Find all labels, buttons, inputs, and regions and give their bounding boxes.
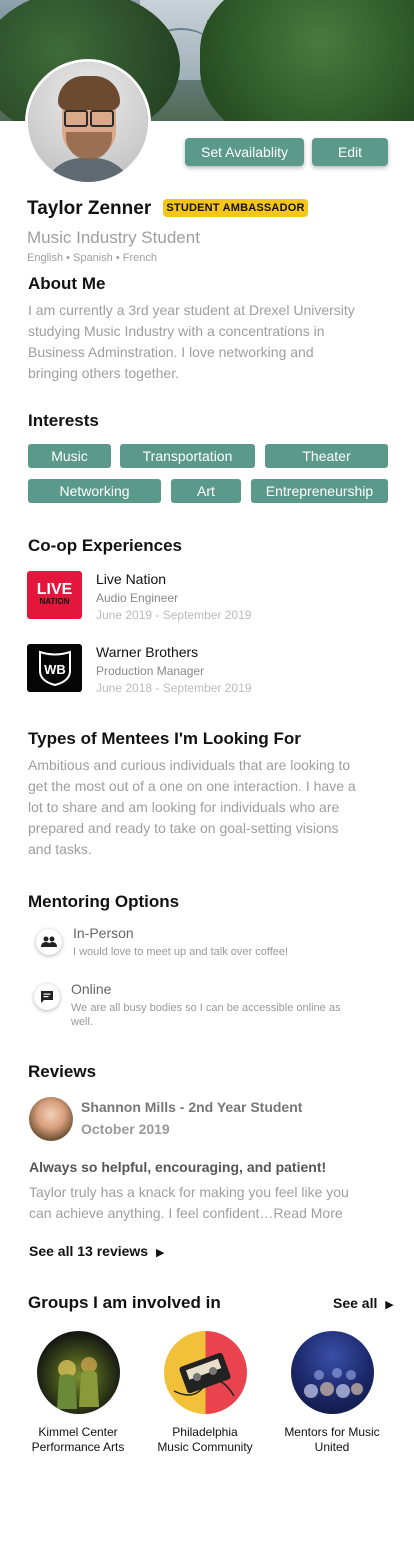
profile-subtitle: Music Industry Student — [27, 228, 200, 247]
interests-heading: Interests — [28, 411, 99, 430]
see-all-reviews-link[interactable]: See all 13 reviews ▶ — [29, 1243, 164, 1259]
review-date: October 2019 — [81, 1121, 170, 1137]
review-body: Taylor truly has a knack for making you … — [29, 1184, 349, 1221]
coop-company: Warner Brothers — [96, 644, 199, 660]
reviewer-avatar — [29, 1097, 73, 1141]
interest-chip-theater[interactable]: Theater — [265, 444, 388, 468]
groups-heading: Groups I am involved in — [28, 1293, 221, 1312]
reviews-heading: Reviews — [28, 1062, 97, 1081]
option-title: In-Person — [73, 925, 134, 941]
see-all-groups-link[interactable]: See all ▶ — [333, 1295, 394, 1311]
group-image-mentors[interactable] — [291, 1331, 374, 1414]
group-image-philadelphia[interactable] — [164, 1331, 247, 1414]
triangle-right-icon: ▶ — [385, 1299, 394, 1311]
coop-heading: Co-op Experiences — [28, 536, 182, 555]
warner-brothers-logo: WB — [27, 644, 82, 692]
set-availability-button[interactable]: Set Availablity — [185, 138, 304, 166]
mentees-heading: Types of Mentees I'm Looking For — [28, 729, 301, 748]
interest-chip-networking[interactable]: Networking — [28, 479, 161, 503]
group-caption: Kimmel Center Performance Arts — [31, 1425, 125, 1454]
live-nation-logo: LIVE NATION — [27, 571, 82, 619]
review-headline: Always so helpful, encouraging, and pati… — [29, 1159, 327, 1175]
interest-chip-art[interactable]: Art — [171, 479, 241, 503]
people-icon — [36, 929, 62, 955]
group-caption: Philadelphia Music Community — [157, 1425, 253, 1454]
option-desc: I would love to meet up and talk over co… — [73, 946, 289, 958]
ambassador-badge: STUDENT AMBASSADOR — [163, 199, 308, 217]
reviewer-name: Shannon Mills - 2nd Year Student — [81, 1099, 303, 1115]
group-caption: Mentors for Music United — [284, 1425, 380, 1454]
interest-chip-entrepreneurship[interactable]: Entrepreneurship — [251, 479, 388, 503]
option-desc: We are all busy bodies so I can be acces… — [71, 1002, 341, 1028]
coop-role: Audio Engineer — [96, 591, 179, 605]
mentees-text: Ambitious and curious individuals that a… — [28, 757, 356, 857]
languages: English • Spanish • French — [27, 252, 157, 264]
profile-name: Taylor Zenner — [27, 198, 152, 219]
chat-icon — [34, 984, 60, 1010]
coop-role: Production Manager — [96, 664, 205, 678]
option-title: Online — [71, 981, 112, 997]
coop-dates: June 2018 - September 2019 — [96, 681, 252, 695]
svg-text:WB: WB — [44, 662, 66, 677]
coop-dates: June 2019 - September 2019 — [96, 608, 252, 622]
read-more-link[interactable]: Read More — [273, 1205, 342, 1221]
interest-chip-transportation[interactable]: Transportation — [120, 444, 255, 468]
interest-chip-music[interactable]: Music — [28, 444, 111, 468]
triangle-right-icon: ▶ — [155, 1247, 165, 1259]
edit-button[interactable]: Edit — [312, 138, 388, 166]
about-heading: About Me — [28, 274, 106, 293]
coop-company: Live Nation — [96, 571, 167, 587]
about-text: I am currently a 3rd year student at Dre… — [28, 302, 355, 381]
mentoring-heading: Mentoring Options — [28, 892, 180, 911]
profile-avatar — [28, 62, 148, 182]
group-image-kimmel[interactable] — [37, 1331, 120, 1414]
